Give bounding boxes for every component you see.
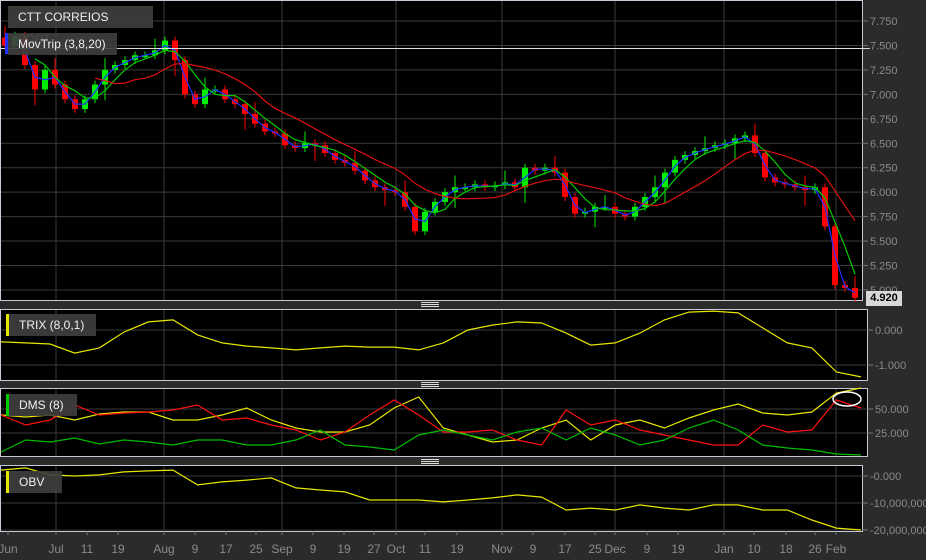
price-y-tick-label: 6.000 xyxy=(870,187,898,199)
x-tick-label: Oct xyxy=(387,542,406,556)
panel-resize-handle[interactable] xyxy=(421,382,439,387)
x-tick-label: Feb xyxy=(826,542,847,556)
x-tick-label: 9 xyxy=(530,542,537,556)
x-tick-label: Aug xyxy=(153,542,174,556)
price-y-tick-label: 7.250 xyxy=(870,65,898,77)
dms-y-tick-label: 25.000 xyxy=(875,428,909,440)
x-tick-label: 9 xyxy=(310,542,317,556)
panel-resize-handle[interactable] xyxy=(421,459,439,464)
last-price-label: 4.920 xyxy=(866,291,902,306)
x-tick-label: 19 xyxy=(337,542,351,556)
x-tick-label: 9 xyxy=(192,542,199,556)
obv-panel xyxy=(0,465,863,532)
x-tick-label: 19 xyxy=(671,542,685,556)
price-y-tick-label: 6.500 xyxy=(870,138,898,150)
obv-y-tick-label: -10,000,000 xyxy=(870,498,926,510)
x-tick-label: 11 xyxy=(81,542,94,556)
price-y-tick-label: 5.250 xyxy=(870,261,898,273)
x-tick-label: 17 xyxy=(558,542,572,556)
x-tick-label: 11 xyxy=(419,542,432,556)
price-y-tick-label: 7.000 xyxy=(870,89,898,101)
x-tick-label: Sep xyxy=(271,542,293,556)
x-tick-label: 17 xyxy=(219,542,233,556)
dms-panel xyxy=(0,388,868,457)
stock-chart[interactable]: 7.750 7.500 7.250 7.000 6.750 6.500 6.250 6.000… xyxy=(0,0,926,560)
x-tick-label: Jul xyxy=(48,542,63,556)
x-tick-label: Jun xyxy=(0,542,18,556)
x-tick-label: Jan xyxy=(714,542,733,556)
movtrip-legend[interactable]: MovTrip (3,8,20) xyxy=(8,33,117,55)
price-y-tick-label: 6.250 xyxy=(870,163,898,175)
trix-y-tick-label: -1.000 xyxy=(875,360,906,372)
x-tick-label: 25 xyxy=(588,542,602,556)
x-tick-label: 19 xyxy=(450,542,464,556)
obv-y-tick-label: -0.000 xyxy=(870,471,901,483)
x-tick-label: Dec xyxy=(604,542,625,556)
trix-legend[interactable]: TRIX (8,0,1) xyxy=(9,314,96,336)
price-y-tick-label: 7.500 xyxy=(870,40,898,52)
x-tick-label: 18 xyxy=(779,542,793,556)
obv-legend[interactable]: OBV xyxy=(9,471,62,493)
x-tick-label: 10 xyxy=(747,542,761,556)
x-tick-label: 19 xyxy=(111,542,125,556)
panel-resize-handle[interactable] xyxy=(421,302,439,307)
price-y-tick-label: 6.750 xyxy=(870,114,898,126)
price-y-tick-label: 7.750 xyxy=(870,16,898,28)
instrument-title: CTT CORREIOS PORT xyxy=(8,6,153,46)
x-tick-label: 27 xyxy=(367,542,381,556)
dms-y-tick-label: 50.000 xyxy=(875,404,909,416)
price-y-tick-label: 5.750 xyxy=(870,212,898,224)
trix-y-tick-label: 0.000 xyxy=(875,325,903,337)
price-y-tick-label: 5.500 xyxy=(870,236,898,248)
x-tick-label: Nov xyxy=(491,542,512,556)
x-tick-label: 9 xyxy=(644,542,651,556)
x-tick-label: 26 xyxy=(808,542,822,556)
obv-y-tick-label: -20,000,000 xyxy=(870,525,926,537)
x-tick-label: 25 xyxy=(249,542,263,556)
dms-legend[interactable]: DMS (8) xyxy=(9,394,77,416)
